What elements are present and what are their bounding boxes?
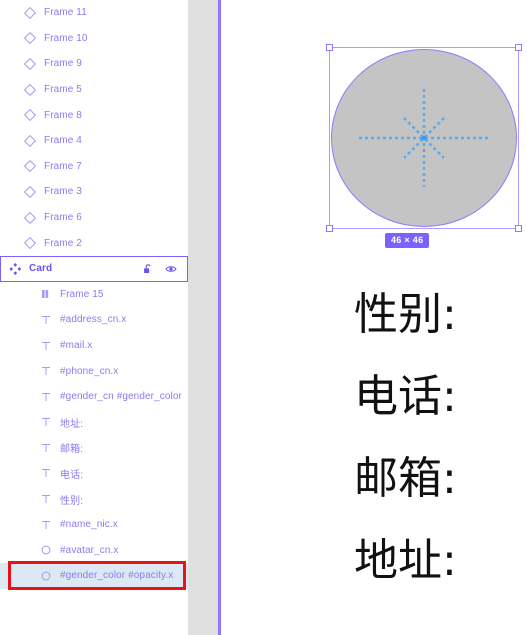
layer-row-text-13[interactable]: #mail.x [0,333,188,359]
layer-label: #avatar_cn.x [60,544,119,556]
layer-row-text-16[interactable]: 地址: [0,410,188,436]
layer-label: 电话: [60,469,84,481]
frame-diamond-icon [22,56,38,72]
frame-diamond-icon [22,158,38,174]
resize-handle-top-right[interactable] [515,44,522,51]
resize-handle-top-left[interactable] [326,44,333,51]
layer-label: Frame 10 [44,32,88,44]
layer-row-frame-0[interactable]: Frame 11 [0,0,188,26]
layer-row-frame-3[interactable]: Frame 5 [0,77,188,103]
layer-label: Frame 15 [60,288,104,300]
layer-row-text-18[interactable]: 电话: [0,461,188,487]
layer-row-component-10[interactable]: Card [0,255,188,282]
frame-diamond-icon [22,5,38,21]
layer-label: #gender_color #opacity.x [60,570,174,582]
frame-diamond-icon [22,210,38,226]
layer-label: Frame 8 [44,109,82,121]
canvas-label-phone[interactable]: 电话: [354,375,457,419]
frame-diamond-icon [22,235,38,251]
layer-label: Frame 2 [44,237,82,249]
layer-row-text-17[interactable]: 邮箱: [0,435,188,461]
layer-row-frame-1[interactable]: Frame 10 [0,26,188,52]
resize-handle-bottom-right[interactable] [515,225,522,232]
frame-diamond-icon [22,133,38,149]
text-icon [38,338,54,354]
frame-diamond-icon [22,184,38,200]
layer-row-text-15[interactable]: #gender_cn #gender_color [0,384,188,410]
selection-size-badge: 46 × 46 [385,233,430,248]
layer-label: Frame 11 [44,7,87,19]
component-icon [7,261,23,277]
layer-row-ellipse-22[interactable]: #gender_color #opacity.x [0,563,188,589]
canvas-label-address[interactable]: 地址: [354,539,457,583]
layer-row-frame-11[interactable]: Frame 15 [0,282,188,308]
layer-row-frame-5[interactable]: Frame 4 [0,128,188,154]
layer-label: #name_nic.x [60,519,118,531]
text-icon [38,312,54,328]
selection-bounding-box[interactable] [326,44,522,232]
layer-row-text-14[interactable]: #phone_cn.x [0,358,188,384]
layer-label: #gender_cn #gender_color [60,391,182,403]
layer-label: Card [29,263,53,275]
layer-row-frame-7[interactable]: Frame 3 [0,179,188,205]
frame-diamond-icon [22,107,38,123]
frame-diamond-icon [22,82,38,98]
layer-row-frame-4[interactable]: Frame 8 [0,102,188,128]
text-icon [38,491,54,507]
layer-row-frame-6[interactable]: Frame 7 [0,154,188,180]
frame-columns-icon [38,286,54,302]
layer-label: Frame 7 [44,160,82,172]
layer-label: #address_cn.x [60,314,127,326]
frame-diamond-icon [22,30,38,46]
ellipse-icon [38,568,54,584]
layer-label: #phone_cn.x [60,365,119,377]
eye-icon[interactable] [163,261,179,277]
canvas-label-gender[interactable]: 性别: [354,293,457,337]
text-icon [38,440,54,456]
layer-row-text-20[interactable]: #name_nic.x [0,512,188,538]
layer-label: 性别: [60,495,84,507]
layer-label: #mail.x [60,340,93,352]
layer-row-actions [140,261,179,277]
text-icon [38,517,54,533]
text-icon [38,363,54,379]
layer-row-text-19[interactable]: 性别: [0,486,188,512]
layer-label: Frame 6 [44,212,82,224]
panel-gutter [188,0,218,635]
layer-row-frame-8[interactable]: Frame 6 [0,205,188,231]
layers-list[interactable]: Frame 11 Frame 10 Frame 9 Frame 5 Frame 8 Fra… [0,0,188,589]
text-icon [38,414,54,430]
text-icon [38,389,54,405]
resize-handle-bottom-left[interactable] [326,225,333,232]
design-canvas[interactable]: 46 × 46 性别: 电话: 邮箱: 地址: [221,0,527,635]
layer-row-text-12[interactable]: #address_cn.x [0,307,188,333]
layers-panel[interactable]: Frame 11 Frame 10 Frame 9 Frame 5 Frame 8 Fra… [0,0,188,635]
unlock-icon[interactable] [140,261,156,277]
layer-row-frame-9[interactable]: Frame 2 [0,230,188,256]
layer-row-frame-2[interactable]: Frame 9 [0,51,188,77]
layer-label: 邮箱: [60,444,84,456]
layer-label: Frame 4 [44,135,82,147]
canvas-label-email[interactable]: 邮箱: [354,457,457,501]
text-icon [38,465,54,481]
layer-label: Frame 3 [44,186,82,198]
layer-label: Frame 9 [44,58,82,70]
layer-label: Frame 5 [44,84,82,96]
ellipse-icon [38,542,54,558]
layer-label: 地址: [60,418,84,430]
layer-row-ellipse-21[interactable]: #avatar_cn.x [0,537,188,563]
